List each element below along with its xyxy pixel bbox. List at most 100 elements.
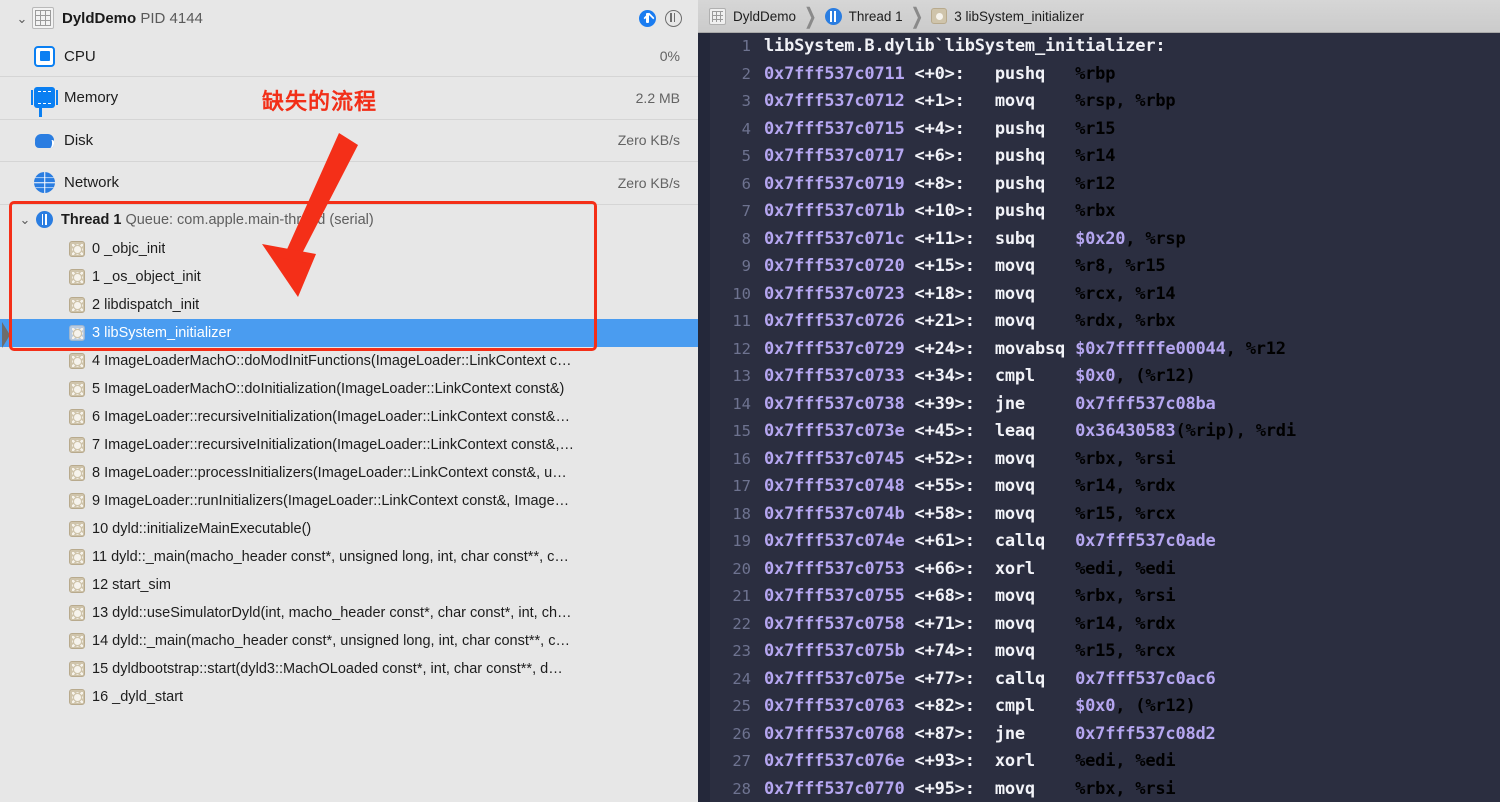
code-line[interactable]: 10 0x7fff537c0723 <+18>: movq %rcx, %r14 (698, 281, 1500, 309)
code-line[interactable]: 14 0x7fff537c0738 <+39>: jne 0x7fff537c08… (698, 391, 1500, 419)
code-line[interactable]: 13 0x7fff537c0733 <+34>: cmpl $0x0, (%r12… (698, 363, 1500, 391)
code-line[interactable]: 24 0x7fff537c075e <+77>: callq 0x7fff537c… (698, 666, 1500, 694)
instruction-offset: <+15>: (914, 256, 995, 276)
resource-row-disk[interactable]: Disk Zero KB/s (0, 118, 698, 162)
frame-icon (69, 492, 85, 509)
instruction-mnemonic: movq (994, 586, 1076, 606)
code-line[interactable]: 7 0x7fff537c071b <+10>: pushq %rbx (698, 198, 1500, 226)
code-line[interactable]: 28 0x7fff537c0770 <+95>: movq %rbx, %rsi (698, 776, 1500, 802)
thread-row[interactable]: ⌄ Thread 1 Queue: com.apple.main-thread … (0, 203, 698, 235)
code-line[interactable]: 6 0x7fff537c0719 <+8>: pushq %r12 (698, 171, 1500, 199)
process-header-row[interactable]: ⌄ DyldDemo PID 4144 (0, 0, 698, 36)
disk-icon (34, 130, 55, 151)
stack-frame-row[interactable]: 12 start_sim (0, 571, 698, 599)
instruction-mnemonic: xorl (994, 558, 1076, 579)
code-line[interactable]: 27 0x7fff537c076e <+93>: xorl %edi, %edi (698, 748, 1500, 776)
code-line[interactable]: 21 0x7fff537c0755 <+68>: movq %rbx, %rsi (698, 583, 1500, 611)
code-text: 0x7fff537c0748 <+55>: movq %r14, %rdx (764, 473, 1176, 501)
instruction-mnemonic: movq (994, 311, 1076, 331)
resource-value: 0% (659, 48, 680, 64)
network-icon (34, 172, 55, 194)
instruction-address: 0x7fff537c0720 (764, 256, 915, 276)
code-line-list: 1 libSystem.B.dylib`libSystem_initializer… (698, 33, 1500, 802)
code-line[interactable]: 3 0x7fff537c0712 <+1>: movq %rsp, %rbp (698, 88, 1500, 116)
instruction-address: 0x7fff537c0755 (764, 586, 915, 606)
code-text: 0x7fff537c0717 <+6>: pushq %r14 (764, 143, 1115, 171)
resource-row-cpu[interactable]: CPU 0% (0, 36, 698, 76)
frame-icon (931, 8, 948, 24)
sidebar-resize-handle[interactable] (2, 322, 10, 348)
instruction-offset: <+18>: (914, 283, 995, 304)
code-line[interactable]: 11 0x7fff537c0726 <+21>: movq %rdx, %rbx (698, 308, 1500, 336)
stack-frame-row[interactable]: 13 dyld::useSimulatorDyld(int, macho_hea… (0, 599, 698, 627)
stack-frame-row[interactable]: 9 ImageLoader::runInitializers(ImageLoad… (0, 487, 698, 515)
instruction-mnemonic: movq (994, 503, 1076, 524)
chevron-down-icon[interactable]: ⌄ (14, 12, 30, 25)
instruction-offset: <+6>: (914, 146, 995, 166)
stack-frame-row[interactable]: 6 ImageLoader::recursiveInitialization(I… (0, 403, 698, 431)
code-line[interactable]: 8 0x7fff537c071c <+11>: subq $0x20, %rsp (698, 226, 1500, 254)
instruction-mnemonic: xorl (994, 751, 1076, 771)
code-text: 0x7fff537c071c <+11>: subq $0x20, %rsp (764, 226, 1186, 254)
instruction-operands: 0x7fff537c0ac6 (1075, 668, 1216, 689)
code-line[interactable]: 22 0x7fff537c0758 <+71>: movq %r14, %rdx (698, 611, 1500, 639)
instruction-operands: $0x0, (%r12) (1075, 366, 1196, 386)
pause-icon[interactable] (665, 9, 682, 27)
thread-queue: Queue: com.apple.main-thread (serial) (125, 211, 374, 228)
stack-frame-row[interactable]: 15 dyldbootstrap::start(dyld3::MachOLoad… (0, 655, 698, 683)
code-text: 0x7fff537c0729 <+24>: movabsq $0x7fffffe… (764, 336, 1286, 364)
code-line[interactable]: 1 libSystem.B.dylib`libSystem_initializer… (698, 33, 1500, 61)
stack-frame-row[interactable]: 4 ImageLoaderMachO::doModInitFunctions(I… (0, 347, 698, 375)
instruction-mnemonic: pushq (994, 63, 1076, 84)
code-line[interactable]: 2 0x7fff537c0711 <+0>: pushq %rbp (698, 61, 1500, 89)
code-line[interactable]: 25 0x7fff537c0763 <+82>: cmpl $0x0, (%r12… (698, 693, 1500, 721)
stack-frame-row[interactable]: 1 _os_object_init (0, 263, 698, 291)
breadcrumb-item-frame[interactable]: 3 libSystem_initializer (931, 8, 1084, 24)
instruction-operands: $0x7fffffe00044, %r12 (1075, 338, 1286, 359)
code-line[interactable]: 18 0x7fff537c074b <+58>: movq %r15, %rcx (698, 501, 1500, 529)
code-text: 0x7fff537c0733 <+34>: cmpl $0x0, (%r12) (764, 363, 1196, 391)
stack-frame-row[interactable]: 2 libdispatch_init (0, 291, 698, 319)
stack-frame-row[interactable]: 14 dyld::_main(macho_header const*, unsi… (0, 627, 698, 655)
stack-frame-row[interactable]: 11 dyld::_main(macho_header const*, unsi… (0, 543, 698, 571)
stack-frame-row[interactable]: 5 ImageLoaderMachO::doInitialization(Ima… (0, 375, 698, 403)
code-line[interactable]: 23 0x7fff537c075b <+74>: movq %r15, %rcx (698, 638, 1500, 666)
resource-label: Disk (64, 131, 94, 149)
breadcrumb: DyldDemo ❯ Thread 1 ❯ 3 libSystem_initia… (698, 0, 1500, 33)
code-line[interactable]: 15 0x7fff537c073e <+45>: leaq 0x36430583(… (698, 418, 1500, 446)
code-line[interactable]: 4 0x7fff537c0715 <+4>: pushq %r15 (698, 116, 1500, 144)
instruction-offset: <+4>: (914, 118, 995, 139)
disassembly-code-area[interactable]: 1 libSystem.B.dylib`libSystem_initializer… (698, 33, 1500, 802)
stack-frame-row[interactable]: 10 dyld::initializeMainExecutable() (0, 515, 698, 543)
code-line[interactable]: 17 0x7fff537c0748 <+55>: movq %r14, %rdx (698, 473, 1500, 501)
stack-frame-row[interactable]: 3 libSystem_initializer (0, 318, 698, 347)
code-text: 0x7fff537c0712 <+1>: movq %rsp, %rbp (764, 88, 1176, 116)
instruction-operands: $0x20, %rsp (1075, 228, 1186, 249)
instruction-address: 0x7fff537c075b (764, 641, 915, 661)
instruction-offset: <+66>: (914, 558, 995, 579)
code-line[interactable]: 19 0x7fff537c074e <+61>: callq 0x7fff537c… (698, 528, 1500, 556)
stack-frame-row[interactable]: 7 ImageLoader::recursiveInitialization(I… (0, 431, 698, 459)
instruction-operands: %rbx (1075, 201, 1116, 221)
instruction-mnemonic: callq (994, 531, 1076, 551)
instruction-offset: <+34>: (914, 366, 995, 386)
code-line[interactable]: 16 0x7fff537c0745 <+52>: movq %rbx, %rsi (698, 446, 1500, 474)
instruction-offset: <+95>: (914, 778, 995, 799)
info-icon[interactable] (639, 9, 656, 27)
stack-frame-row[interactable]: 8 ImageLoader::processInitializers(Image… (0, 459, 698, 487)
breadcrumb-item-process[interactable]: DyldDemo (709, 7, 796, 25)
code-line[interactable]: 12 0x7fff537c0729 <+24>: movabsq $0x7ffff… (698, 336, 1500, 364)
process-title: DyldDemo PID 4144 (62, 10, 203, 27)
chevron-down-icon[interactable]: ⌄ (17, 213, 33, 226)
breadcrumb-item-thread[interactable]: Thread 1 (824, 7, 903, 25)
thread-icon (36, 211, 53, 228)
code-line[interactable]: 20 0x7fff537c0753 <+66>: xorl %edi, %edi (698, 556, 1500, 584)
code-line[interactable]: 26 0x7fff537c0768 <+87>: jne 0x7fff537c08… (698, 721, 1500, 749)
resource-row-network[interactable]: Network Zero KB/s (0, 161, 698, 204)
code-line[interactable]: 5 0x7fff537c0717 <+6>: pushq %r14 (698, 143, 1500, 171)
code-text: libSystem.B.dylib`libSystem_initializer: (764, 36, 1166, 56)
stack-frame-row[interactable]: 16 _dyld_start (0, 683, 698, 711)
frame-icon (69, 268, 85, 285)
stack-frame-row[interactable]: 0 _objc_init (0, 235, 698, 263)
code-line[interactable]: 9 0x7fff537c0720 <+15>: movq %r8, %r15 (698, 253, 1500, 281)
